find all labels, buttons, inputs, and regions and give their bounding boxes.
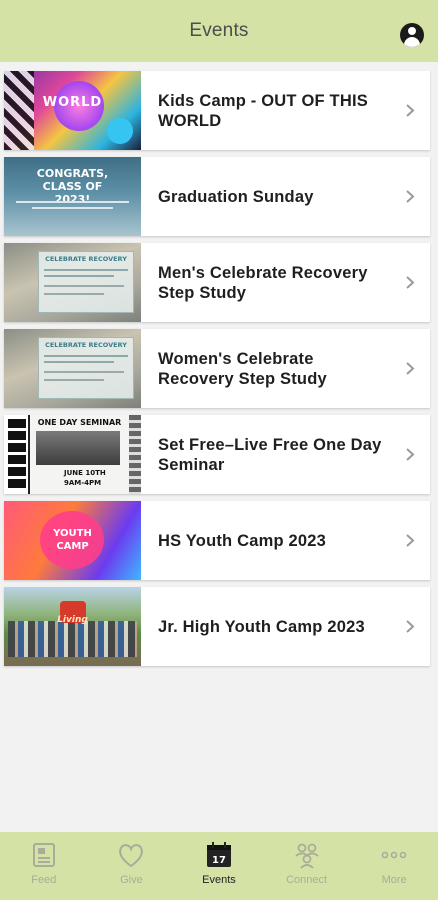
event-thumbnail: CONGRATS, CLASS OF 2023! [4, 157, 141, 236]
bottom-tab-bar: Feed Give 17 Events Connect More [0, 832, 438, 900]
event-card-set-free-seminar[interactable]: ONE DAY SEMINAR JUNE 10TH 9AM-4PM Set Fr… [4, 415, 430, 494]
feed-icon [32, 843, 55, 867]
tab-label: Feed [31, 874, 57, 886]
profile-avatar-icon[interactable] [400, 23, 424, 47]
tab-give[interactable]: Give [88, 832, 176, 900]
event-card-graduation-sunday[interactable]: CONGRATS, CLASS OF 2023! Graduation Sund… [4, 157, 430, 236]
chevron-right-icon [406, 362, 415, 375]
tab-feed[interactable]: Feed [0, 832, 88, 900]
thumbnail-text: CELEBRATE RECOVERY [45, 255, 127, 263]
calendar-icon: 17 [206, 842, 231, 867]
event-title: Men's Celebrate Recovery Step Study [158, 263, 368, 302]
thumbnail-text: WORLD [42, 95, 103, 110]
page-title: Events [189, 20, 249, 41]
chevron-right-icon [406, 276, 415, 289]
chevron-right-icon [406, 620, 415, 633]
event-title: Jr. High Youth Camp 2023 [158, 617, 365, 636]
event-thumbnail: WORLD [4, 71, 141, 150]
more-dots-icon [381, 851, 407, 859]
calendar-day-number: 17 [212, 855, 226, 866]
thumbnail-time: 9AM-4PM [64, 479, 102, 487]
tab-connect[interactable]: Connect [263, 832, 351, 900]
tab-label: Events [202, 874, 236, 886]
tab-label: Give [120, 874, 143, 886]
event-thumbnail: ONE DAY SEMINAR JUNE 10TH 9AM-4PM [4, 415, 141, 494]
chevron-right-icon [406, 104, 415, 117]
event-card-mens-celebrate-recovery[interactable]: CELEBRATE RECOVERY Men's Celebrate Recov… [4, 243, 430, 322]
event-list: WORLD Kids Camp - OUT OF THIS WORLD CONG… [4, 71, 430, 673]
thumbnail-text: YOUTH CAMP [53, 528, 92, 552]
event-thumbnail: CELEBRATE RECOVERY [4, 329, 141, 408]
event-card-kids-camp[interactable]: WORLD Kids Camp - OUT OF THIS WORLD [4, 71, 430, 150]
event-title: Graduation Sunday [158, 187, 314, 206]
event-title: Set Free–Live Free One Day Seminar [158, 435, 382, 474]
app-header: Events [0, 0, 438, 62]
tab-more[interactable]: More [350, 832, 438, 900]
tab-label: More [381, 874, 407, 886]
chevron-right-icon [406, 448, 415, 461]
event-thumbnail: CELEBRATE RECOVERY [4, 243, 141, 322]
people-icon [295, 843, 319, 869]
event-title: Kids Camp - OUT OF THIS WORLD [158, 91, 368, 130]
event-title: Women's Celebrate Recovery Step Study [158, 349, 327, 388]
event-card-hs-youth-camp[interactable]: YOUTH CAMP HS Youth Camp 2023 [4, 501, 430, 580]
heart-icon [119, 844, 144, 868]
thumbnail-text: Living [57, 615, 88, 625]
tab-events[interactable]: 17 Events [175, 832, 263, 900]
event-card-womens-celebrate-recovery[interactable]: CELEBRATE RECOVERY Women's Celebrate Rec… [4, 329, 430, 408]
event-thumbnail: Living [4, 587, 141, 666]
event-card-jr-high-youth-camp[interactable]: Living Jr. High Youth Camp 2023 [4, 587, 430, 666]
tab-label: Connect [286, 874, 328, 886]
chevron-right-icon [406, 534, 415, 547]
event-thumbnail: YOUTH CAMP [4, 501, 141, 580]
chevron-right-icon [406, 190, 415, 203]
thumbnail-text: CELEBRATE RECOVERY [45, 341, 127, 349]
event-title: HS Youth Camp 2023 [158, 531, 327, 550]
thumbnail-date: JUNE 10TH [64, 469, 106, 477]
thumbnail-text: ONE DAY SEMINAR [37, 418, 122, 427]
